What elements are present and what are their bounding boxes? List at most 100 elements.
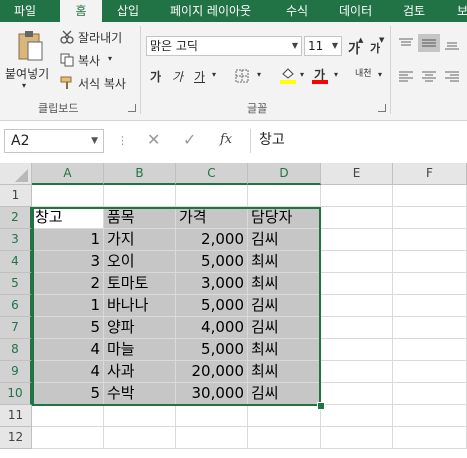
- cell-d1[interactable]: [248, 185, 321, 207]
- phonetic-dropdown-icon[interactable]: ▾: [378, 70, 382, 79]
- align-middle-icon[interactable]: [418, 34, 440, 52]
- cell-e7[interactable]: [321, 317, 393, 339]
- cell-e10[interactable]: [321, 383, 393, 405]
- row-header-6[interactable]: 6: [0, 295, 32, 317]
- align-left-icon[interactable]: [398, 69, 414, 88]
- paste-button-label[interactable]: 붙여넣기: [5, 65, 49, 82]
- cell-c2[interactable]: 가격: [176, 207, 248, 229]
- cell-e8[interactable]: [321, 339, 393, 361]
- cell-a10[interactable]: 5: [32, 383, 104, 405]
- cell-e12[interactable]: [321, 427, 393, 449]
- column-header-b[interactable]: B: [104, 163, 176, 185]
- cell-f12[interactable]: [393, 427, 467, 449]
- copy-button-label[interactable]: 복사: [78, 52, 100, 69]
- cell-a7[interactable]: 5: [32, 317, 104, 339]
- cell-a2[interactable]: 창고: [32, 207, 104, 229]
- cell-e4[interactable]: [321, 251, 393, 273]
- format-painter-label[interactable]: 서식 복사: [78, 75, 126, 92]
- cell-d6[interactable]: 김씨: [248, 295, 321, 317]
- cell-b7[interactable]: 양파: [104, 317, 176, 339]
- fill-color-dropdown-icon[interactable]: ▾: [300, 70, 304, 79]
- cell-f2[interactable]: [393, 207, 467, 229]
- tab-file[interactable]: 파일: [14, 0, 36, 22]
- cell-f5[interactable]: [393, 273, 467, 295]
- row-header-2[interactable]: 2: [0, 207, 32, 229]
- cut-button-label[interactable]: 잘라내기: [78, 29, 122, 46]
- format-painter-icon[interactable]: [60, 75, 74, 94]
- align-top-icon[interactable]: [398, 36, 414, 55]
- cell-a8[interactable]: 4: [32, 339, 104, 361]
- fill-handle[interactable]: [317, 402, 325, 410]
- align-bottom-icon[interactable]: [444, 36, 460, 55]
- cell-a9[interactable]: 4: [32, 361, 104, 383]
- cut-icon[interactable]: [60, 29, 74, 48]
- cell-f9[interactable]: [393, 361, 467, 383]
- cell-b11[interactable]: [104, 405, 176, 427]
- column-header-c[interactable]: C: [176, 163, 248, 185]
- cell-f6[interactable]: [393, 295, 467, 317]
- cell-b3[interactable]: 가지: [104, 229, 176, 251]
- cell-f8[interactable]: [393, 339, 467, 361]
- cell-d4[interactable]: 최씨: [248, 251, 321, 273]
- tab-insert[interactable]: 삽입: [117, 0, 139, 22]
- cell-d5[interactable]: 최씨: [248, 273, 321, 295]
- cell-d2[interactable]: 담당자: [248, 207, 321, 229]
- cell-a3[interactable]: 1: [32, 229, 104, 251]
- cell-a5[interactable]: 2: [32, 273, 104, 295]
- cell-c7[interactable]: 4,000: [176, 317, 248, 339]
- bold-button[interactable]: 가: [150, 68, 161, 85]
- cell-d9[interactable]: 최씨: [248, 361, 321, 383]
- cell-f3[interactable]: [393, 229, 467, 251]
- cell-c11[interactable]: [176, 405, 248, 427]
- cell-b12[interactable]: [104, 427, 176, 449]
- cell-d8[interactable]: 최씨: [248, 339, 321, 361]
- cell-d12[interactable]: [248, 427, 321, 449]
- tab-view[interactable]: 보: [457, 0, 467, 22]
- italic-button[interactable]: 가: [172, 68, 183, 85]
- tab-page-layout[interactable]: 페이지 레이아웃: [170, 0, 251, 22]
- clipboard-dialog-launcher-icon[interactable]: [128, 104, 136, 112]
- cell-b6[interactable]: 바나나: [104, 295, 176, 317]
- row-header-11[interactable]: 11: [0, 405, 32, 427]
- column-header-f[interactable]: F: [393, 163, 467, 185]
- cell-f4[interactable]: [393, 251, 467, 273]
- row-header-7[interactable]: 7: [0, 317, 32, 339]
- borders-icon[interactable]: [235, 68, 249, 87]
- cell-a12[interactable]: [32, 427, 104, 449]
- row-header-9[interactable]: 9: [0, 361, 32, 383]
- underline-dropdown-icon[interactable]: ▾: [212, 70, 216, 79]
- cell-b9[interactable]: 사과: [104, 361, 176, 383]
- tab-data[interactable]: 데이터: [339, 0, 372, 22]
- name-box[interactable]: A2 ▼: [4, 129, 104, 153]
- cell-b5[interactable]: 토마토: [104, 273, 176, 295]
- cell-e2[interactable]: [321, 207, 393, 229]
- row-header-8[interactable]: 8: [0, 339, 32, 361]
- cell-c3[interactable]: 2,000: [176, 229, 248, 251]
- insert-function-icon[interactable]: fx: [220, 132, 232, 147]
- row-header-10[interactable]: 10: [0, 383, 32, 405]
- borders-dropdown-icon[interactable]: ▾: [257, 70, 261, 79]
- row-header-1[interactable]: 1: [0, 185, 32, 207]
- cell-a6[interactable]: 1: [32, 295, 104, 317]
- font-dialog-launcher-icon[interactable]: [378, 104, 386, 112]
- copy-dropdown-arrow-icon[interactable]: ▾: [108, 54, 112, 63]
- cell-c9[interactable]: 20,000: [176, 361, 248, 383]
- cell-e6[interactable]: [321, 295, 393, 317]
- cell-b10[interactable]: 수박: [104, 383, 176, 405]
- align-right-icon[interactable]: [444, 69, 460, 88]
- cell-d10[interactable]: 김씨: [248, 383, 321, 405]
- cell-c1[interactable]: [176, 185, 248, 207]
- font-name-select[interactable]: 맑은 고딕 ▼: [146, 36, 302, 56]
- row-header-4[interactable]: 4: [0, 251, 32, 273]
- cell-a11[interactable]: [32, 405, 104, 427]
- cell-f7[interactable]: [393, 317, 467, 339]
- cell-b8[interactable]: 마늘: [104, 339, 176, 361]
- chevron-down-icon[interactable]: ▼: [91, 130, 98, 152]
- cell-f11[interactable]: [393, 405, 467, 427]
- cell-f1[interactable]: [393, 185, 467, 207]
- cell-c8[interactable]: 5,000: [176, 339, 248, 361]
- cancel-icon[interactable]: ✕: [147, 130, 160, 149]
- cell-c5[interactable]: 3,000: [176, 273, 248, 295]
- row-header-5[interactable]: 5: [0, 273, 32, 295]
- tab-formulas[interactable]: 수식: [286, 0, 308, 22]
